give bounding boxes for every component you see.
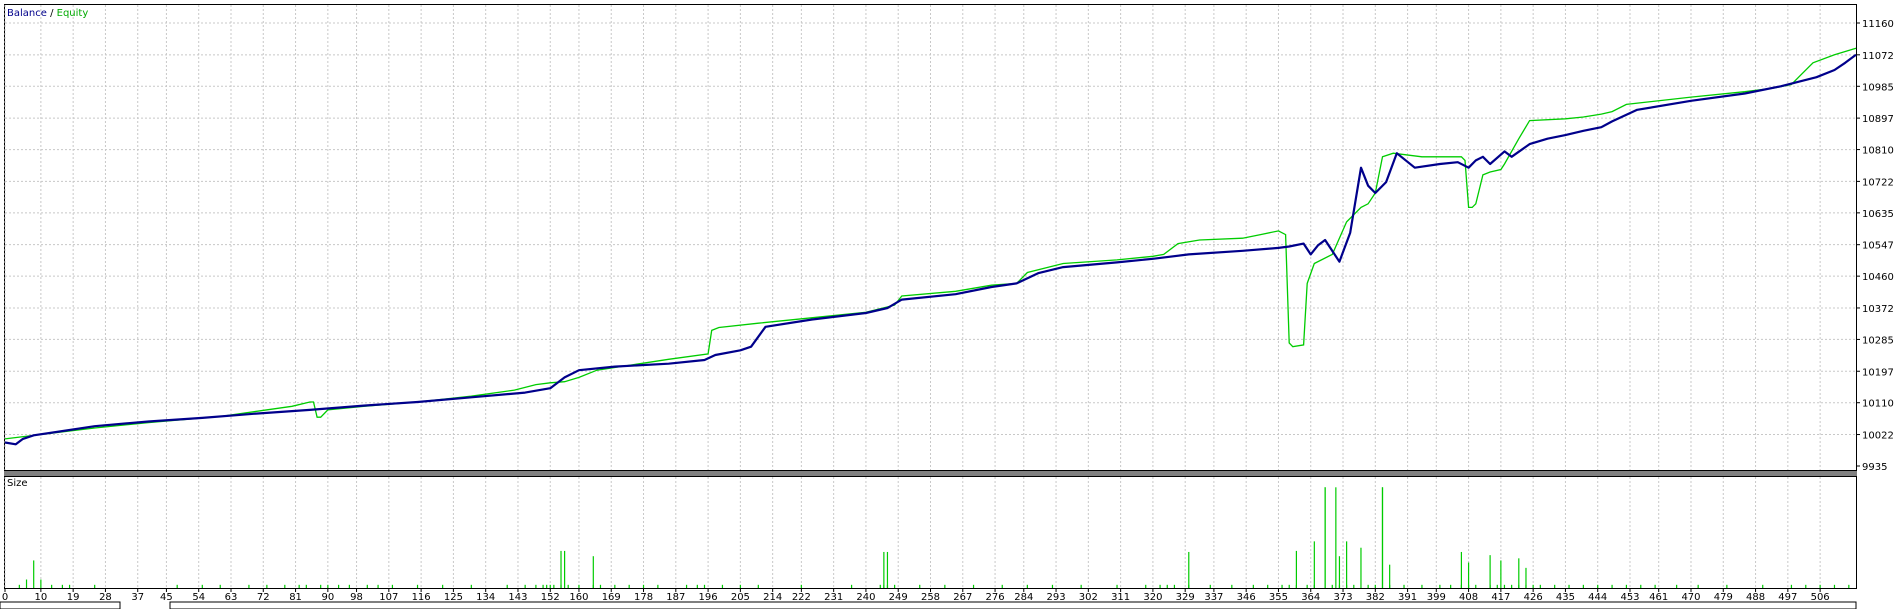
x-tick-label: 276 [986, 592, 1005, 603]
horizontal-scrollbar-thumb[interactable] [169, 601, 1857, 609]
x-tick-label: 0 [2, 592, 8, 603]
x-tick-label: 196 [699, 592, 718, 603]
y-tick-label: 10022 [1862, 431, 1894, 442]
x-tick-label: 435 [1556, 592, 1575, 603]
horizontal-scrollbar-left[interactable] [0, 601, 121, 609]
x-tick-label: 160 [569, 592, 588, 603]
x-tick-label: 444 [1588, 592, 1607, 603]
x-axis-ticks: 0 10 19 28 37 45 54 63 72 81 90 98 107 116 125 134 143 15… [2, 588, 1830, 603]
x-tick-label: 178 [634, 592, 653, 603]
x-tick-label: 497 [1778, 592, 1797, 603]
x-tick-label: 258 [921, 592, 940, 603]
x-tick-label: 346 [1237, 592, 1256, 603]
x-tick-label: 461 [1649, 592, 1668, 603]
x-tick-label: 214 [763, 592, 782, 603]
x-tick-label: 37 [131, 592, 144, 603]
y-axis-ticks: 11160 11072 10985 10897 10810 10722 10635 10547… [1856, 19, 1894, 473]
x-tick-label: 391 [1398, 592, 1417, 603]
x-tick-label: 267 [953, 592, 972, 603]
y-tick-label: 10285 [1862, 335, 1894, 346]
size-panel-label: Size [7, 478, 28, 489]
x-tick-label: 169 [602, 592, 621, 603]
x-tick-label: 54 [192, 592, 205, 603]
x-tick-label: 426 [1524, 592, 1543, 603]
x-tick-label: 249 [889, 592, 908, 603]
x-tick-label: 187 [666, 592, 685, 603]
x-tick-label: 470 [1681, 592, 1700, 603]
y-tick-label: 11072 [1862, 51, 1894, 62]
x-tick-label: 10 [35, 592, 48, 603]
x-tick-label: 125 [444, 592, 463, 603]
panel-splitter[interactable] [4, 471, 1857, 476]
x-tick-label: 337 [1204, 592, 1223, 603]
x-tick-label: 116 [412, 592, 431, 603]
legend-separator: / [47, 8, 57, 19]
x-tick-label: 373 [1333, 592, 1352, 603]
x-tick-label: 231 [824, 592, 843, 603]
x-tick-label: 382 [1366, 592, 1385, 603]
x-tick-label: 81 [289, 592, 302, 603]
x-tick-label: 90 [321, 592, 334, 603]
x-tick-label: 240 [856, 592, 875, 603]
x-tick-label: 399 [1427, 592, 1446, 603]
x-tick-label: 417 [1491, 592, 1510, 603]
legend-equity: Equity [57, 8, 89, 19]
x-tick-label: 453 [1620, 592, 1639, 603]
x-tick-label: 302 [1079, 592, 1098, 603]
y-tick-label: 10460 [1862, 272, 1894, 283]
y-tick-label: 10372 [1862, 304, 1894, 315]
x-tick-label: 506 [1811, 592, 1830, 603]
y-tick-label: 10810 [1862, 146, 1894, 157]
y-tick-label: 10197 [1862, 367, 1894, 378]
x-tick-label: 45 [160, 592, 173, 603]
legend-balance: Balance [7, 8, 47, 19]
y-tick-label: 11160 [1862, 19, 1894, 30]
x-tick-label: 107 [379, 592, 398, 603]
x-tick-label: 152 [541, 592, 560, 603]
y-tick-label: 9935 [1862, 462, 1887, 473]
x-tick-label: 63 [225, 592, 238, 603]
x-tick-label: 19 [67, 592, 80, 603]
y-tick-label: 10985 [1862, 82, 1894, 93]
legend: Balance / Equity [7, 8, 88, 19]
x-tick-label: 205 [731, 592, 750, 603]
x-tick-label: 329 [1176, 592, 1195, 603]
x-tick-label: 98 [350, 592, 363, 603]
x-tick-label: 134 [476, 592, 495, 603]
y-tick-label: 10110 [1862, 399, 1894, 410]
y-tick-label: 10635 [1862, 209, 1894, 220]
x-tick-label: 479 [1714, 592, 1733, 603]
y-tick-label: 10897 [1862, 114, 1894, 125]
y-tick-label: 10547 [1862, 241, 1894, 252]
balance-equity-chart: 1116011072109851089710810107221063510547… [0, 4, 1894, 609]
x-tick-label: 355 [1269, 592, 1288, 603]
x-tick-label: 364 [1301, 592, 1320, 603]
x-tick-label: 408 [1459, 592, 1478, 603]
x-tick-label: 293 [1047, 592, 1066, 603]
x-tick-label: 320 [1143, 592, 1162, 603]
x-tick-label: 222 [792, 592, 811, 603]
x-tick-label: 284 [1014, 592, 1033, 603]
x-tick-label: 72 [257, 592, 270, 603]
x-tick-label: 28 [99, 592, 112, 603]
x-tick-label: 488 [1746, 592, 1765, 603]
x-tick-label: 143 [508, 592, 527, 603]
x-tick-label: 311 [1111, 592, 1130, 603]
y-tick-label: 10722 [1862, 177, 1894, 188]
